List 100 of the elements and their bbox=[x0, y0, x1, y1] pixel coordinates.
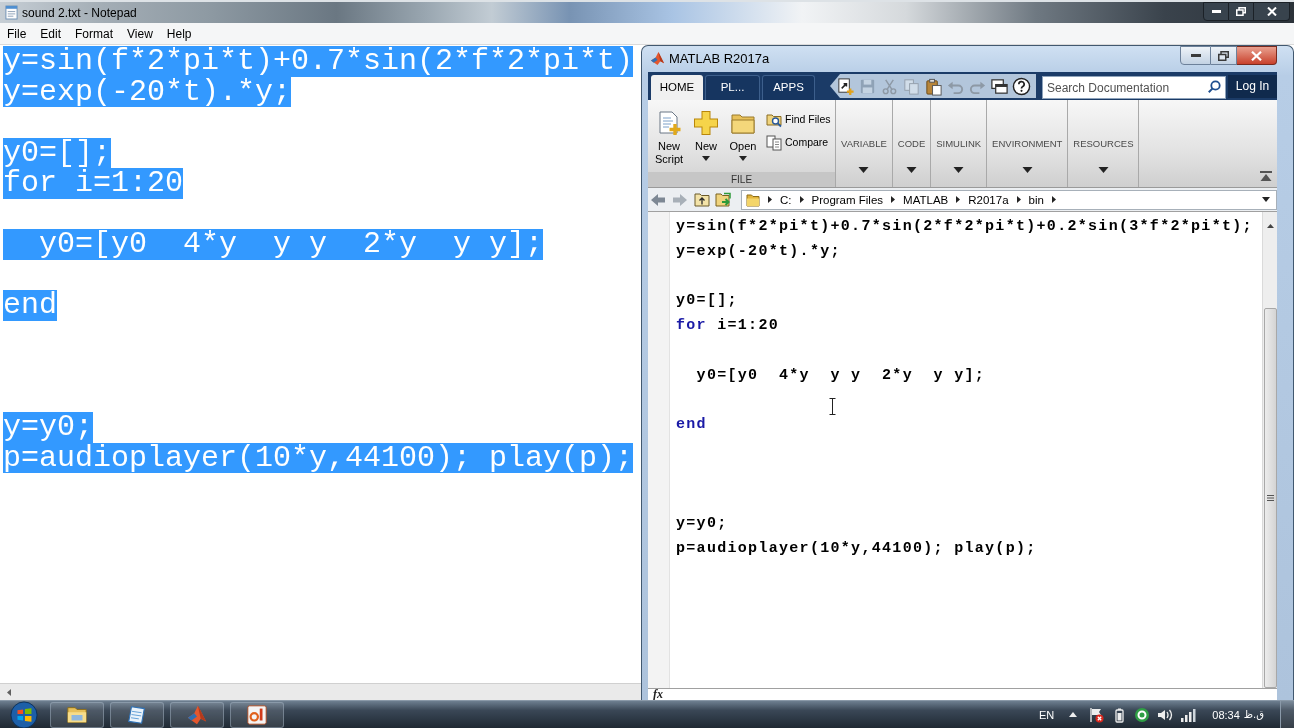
folder-icon bbox=[746, 192, 760, 207]
app-tile-icon bbox=[246, 703, 268, 726]
browse-folder-icon[interactable] bbox=[715, 192, 732, 207]
code-line: y=y0; bbox=[676, 514, 728, 534]
code-line: end bbox=[676, 415, 707, 435]
scroll-left-arrow-icon bbox=[7, 688, 11, 696]
menu-item[interactable]: View bbox=[120, 24, 160, 43]
taskbar-button[interactable] bbox=[50, 701, 104, 728]
menu-item[interactable]: Help bbox=[159, 24, 199, 43]
minimize-button[interactable] bbox=[1203, 2, 1229, 21]
login-button[interactable]: Log In bbox=[1228, 74, 1277, 98]
tab[interactable]: HOME bbox=[651, 75, 703, 100]
find-files-icon bbox=[766, 111, 782, 128]
toolstrip-button[interactable]: Find Files bbox=[766, 110, 831, 129]
clock-period: ق.ظ bbox=[1243, 707, 1264, 722]
breadcrumb-arrow-icon bbox=[799, 196, 804, 203]
path-segment[interactable]: Program Files bbox=[811, 192, 884, 207]
menu-item[interactable]: Format bbox=[68, 24, 121, 43]
toolstrip-button[interactable]: New bbox=[691, 106, 721, 161]
code-line: for i=1:20 bbox=[676, 316, 780, 336]
toolstrip-button[interactable]: Open bbox=[727, 106, 759, 161]
help-icon[interactable] bbox=[1012, 76, 1031, 96]
search-field[interactable]: Search Documentation bbox=[1042, 76, 1226, 99]
minimize-button[interactable] bbox=[1180, 46, 1211, 65]
paste-icon[interactable] bbox=[924, 76, 943, 96]
document-icon bbox=[126, 703, 148, 726]
code-line: y0=[]; bbox=[676, 291, 738, 312]
toolstrip-section-button[interactable]: RESOURCES bbox=[1068, 100, 1140, 187]
path-segment[interactable]: bin bbox=[1028, 192, 1044, 207]
restore-icon bbox=[1218, 50, 1229, 61]
restore-button[interactable] bbox=[1229, 2, 1254, 21]
shortcut-icon[interactable] bbox=[836, 76, 855, 96]
tab[interactable]: APPS bbox=[762, 75, 815, 100]
toolstrip-section-button[interactable]: VARIABLE bbox=[836, 100, 893, 187]
signal-bars-icon[interactable] bbox=[1180, 706, 1197, 723]
breadcrumb-arrow-icon bbox=[891, 196, 896, 203]
code-editor[interactable]: y=sin(f*2*pi*t)+0.7*sin(2*f*2*pi*t)+0.2*sin(3*f*2*pi*t); y=exp(-20*t).*y; y0=[]; for i=1:20 y0=[y0 4*y y y 2*y y y]; end y=y0; p=audioplayer(10*y,44100); play(p); bbox=[648, 212, 1277, 688]
back-arrow-icon[interactable] bbox=[650, 192, 666, 207]
caret-icon bbox=[953, 167, 965, 173]
window-stack-icon[interactable] bbox=[990, 76, 1009, 96]
close-icon bbox=[1266, 7, 1277, 16]
show-desktop-button[interactable] bbox=[1280, 701, 1294, 728]
path-segment[interactable]: MATLAB bbox=[903, 192, 949, 207]
code-line: y=exp(-20*t).*y; bbox=[676, 241, 841, 262]
path-segment[interactable]: C: bbox=[780, 192, 792, 207]
text-cursor-icon bbox=[829, 398, 836, 415]
horizontal-scrollbar[interactable] bbox=[0, 683, 641, 700]
toolstrip-section-button[interactable]: CODE bbox=[892, 100, 932, 187]
close-button[interactable] bbox=[1237, 46, 1277, 65]
caret-icon bbox=[1021, 167, 1033, 173]
code-line: y=sin(f*2*pi*t)+0.7*sin(2*f*2*pi*t)+0.2*sin(3*f*2*pi*t); bbox=[676, 217, 1253, 237]
close-button[interactable] bbox=[1254, 2, 1290, 21]
breadcrumb-arrow-icon bbox=[1051, 196, 1056, 203]
matlab-logo-icon bbox=[650, 51, 665, 66]
restore-icon bbox=[1236, 7, 1246, 16]
toolstrip-button[interactable]: New Script bbox=[652, 106, 686, 166]
caret-icon bbox=[906, 167, 917, 173]
compare-icon bbox=[766, 134, 782, 151]
code-line: p=audioplayer(10*y,44100); play(p); bbox=[676, 538, 1037, 559]
window-title: sound 2.txt - Notepad bbox=[22, 4, 137, 21]
flag-icon[interactable] bbox=[1088, 706, 1105, 723]
up-arrow-icon[interactable] bbox=[1069, 712, 1078, 717]
code-line: y0=[y0 4*y y y 2*y y y]; bbox=[695, 365, 986, 386]
caret-icon bbox=[1097, 167, 1109, 173]
taskbar-button[interactable] bbox=[110, 701, 164, 728]
ring-icon[interactable] bbox=[1134, 706, 1151, 723]
search-icon bbox=[1208, 79, 1221, 93]
dropdown-caret-icon[interactable] bbox=[1262, 197, 1270, 202]
caret-icon bbox=[858, 167, 870, 173]
notepad-icon bbox=[5, 5, 18, 20]
menu-item[interactable]: Edit bbox=[33, 24, 69, 43]
scrollbar[interactable] bbox=[1262, 212, 1277, 688]
path-segment[interactable]: R2017a bbox=[968, 192, 1009, 207]
tab[interactable]: PL... bbox=[705, 75, 760, 100]
clock-time[interactable]: 08:34 bbox=[1212, 707, 1240, 722]
collapse-icon[interactable] bbox=[1260, 171, 1272, 181]
breadcrumb-arrow-icon bbox=[768, 196, 772, 203]
toolstrip-section-button[interactable]: ENVIRONMENT bbox=[987, 100, 1069, 187]
close-icon bbox=[1251, 50, 1262, 61]
toolstrip-section-button[interactable]: SIMULINK bbox=[931, 100, 988, 187]
minimize-icon bbox=[1211, 10, 1221, 13]
plus-icon bbox=[693, 110, 719, 136]
function-prompt: fx bbox=[653, 689, 663, 700]
scroll-up-arrow-icon[interactable] bbox=[1266, 224, 1274, 228]
taskbar-button[interactable] bbox=[230, 701, 284, 728]
window-title: MATLAB R2017a bbox=[669, 51, 770, 67]
language-indicator[interactable]: EN bbox=[1039, 707, 1055, 722]
windows-logo-icon[interactable] bbox=[10, 700, 38, 728]
path-field[interactable]: C: Program Files MATLAB R2017a bin bbox=[741, 189, 1277, 210]
scrollbar-thumb[interactable] bbox=[1263, 308, 1277, 688]
minimize-icon bbox=[1190, 54, 1201, 57]
breadcrumb-arrow-icon bbox=[1016, 196, 1021, 203]
menu-item[interactable]: File bbox=[0, 24, 34, 43]
section-label: FILE bbox=[648, 172, 835, 187]
new-script-icon bbox=[656, 110, 682, 136]
grip-icon bbox=[1266, 495, 1274, 501]
up-folder-icon[interactable] bbox=[694, 192, 710, 207]
command-window[interactable]: fx bbox=[648, 688, 1277, 700]
restore-button[interactable] bbox=[1211, 46, 1237, 65]
toolstrip-button[interactable]: Compare bbox=[766, 133, 831, 152]
